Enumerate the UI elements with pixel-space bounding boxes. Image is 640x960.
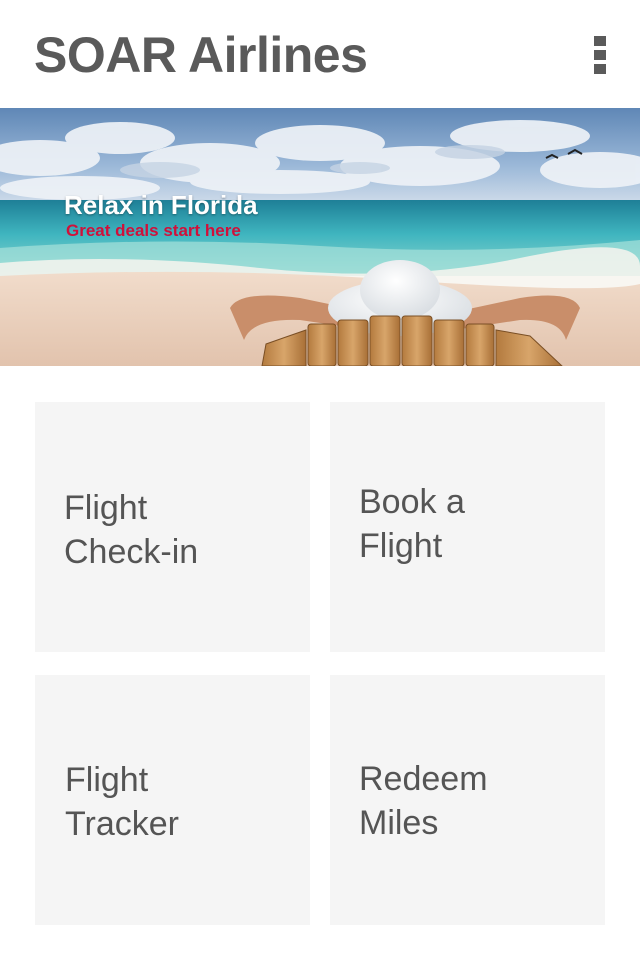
app-title: SOAR Airlines (34, 27, 368, 83)
flight-tracker-tile[interactable]: Flight Tracker (35, 675, 310, 925)
redeem-miles-tile[interactable]: Redeem Miles (330, 675, 605, 925)
tile-label: Flight Tracker (65, 761, 179, 843)
menu-dot (594, 64, 606, 74)
app-header: SOAR Airlines (0, 0, 640, 108)
book-a-flight-tile[interactable]: Book a Flight (330, 402, 605, 652)
tile-label: Book a Flight (359, 483, 465, 565)
menu-dot (594, 50, 606, 60)
more-vertical-icon[interactable] (586, 30, 614, 78)
promo-banner[interactable]: Relax in Florida Great deals start here (0, 108, 640, 366)
tile-label: Redeem Miles (359, 760, 488, 842)
tile-label: Flight Check-in (64, 489, 199, 571)
flight-check-in-tile[interactable]: Flight Check-in (35, 402, 310, 652)
banner-title: Relax in Florida (64, 190, 258, 220)
banner-subtitle: Great deals start here (66, 221, 241, 240)
menu-dot (594, 36, 606, 46)
app-screen: SOAR Airlines Relax in Florida Great dea… (0, 0, 640, 960)
